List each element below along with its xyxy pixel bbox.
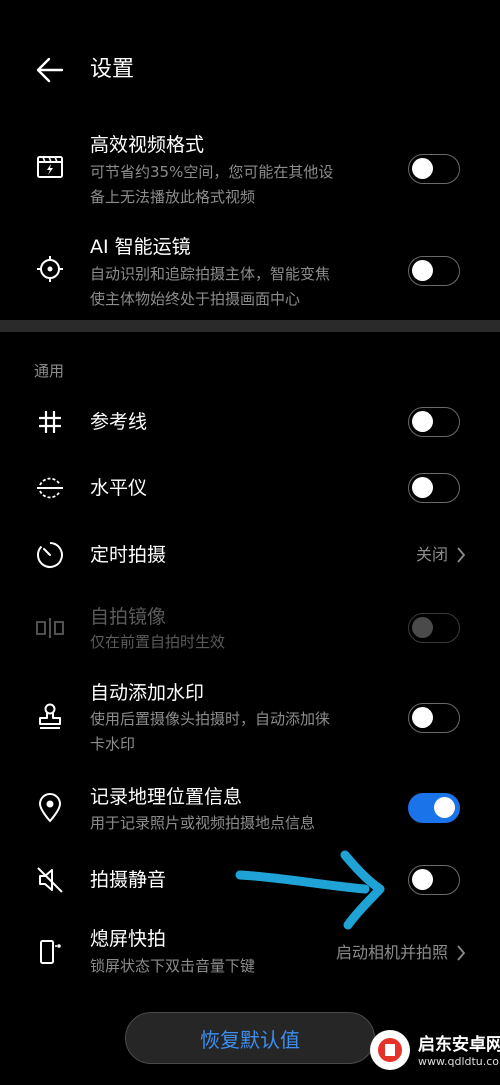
toggle-knob bbox=[412, 477, 433, 498]
setting-row-auto-watermark[interactable]: 自动添加水印 使用后置摄像头拍摄时，自动添加徕 卡水印 bbox=[0, 680, 500, 758]
row-subtitle-line-1: 可节省约35%空间，您可能在其他设 bbox=[90, 163, 334, 181]
row-subtitle-line-2: 使主体物始终处于拍摄画面中心 bbox=[90, 290, 301, 308]
auto-watermark-toggle[interactable] bbox=[408, 703, 460, 733]
row-subtitle: 仅在前置自拍时生效 bbox=[90, 633, 226, 651]
site-watermark: 启东安卓网 www.qdldtu.com bbox=[360, 1022, 500, 1082]
mute-speaker-icon bbox=[28, 858, 72, 902]
location-pin-icon bbox=[28, 786, 72, 830]
chevron-right-icon bbox=[457, 547, 466, 563]
crosshair-target-icon bbox=[28, 247, 72, 291]
restore-defaults-button[interactable]: 恢复默认值 bbox=[125, 1012, 375, 1064]
toggle-knob bbox=[412, 158, 433, 179]
chevron-right-icon bbox=[457, 945, 466, 961]
row-subtitle: 用于记录照片或视频拍摄地点信息 bbox=[90, 814, 316, 832]
setting-row-quick-snapshot[interactable]: 熄屏快拍 锁屏状态下双击音量下键 启动相机并拍照 bbox=[0, 926, 500, 978]
row-subtitle-line-1: 自动识别和追踪拍摄主体，智能变焦 bbox=[90, 265, 331, 283]
setting-row-location-info[interactable]: 记录地理位置信息 用于记录照片或视频拍摄地点信息 bbox=[0, 784, 500, 836]
row-title: AI 智能运镜 bbox=[90, 236, 191, 258]
selfie-mirror-toggle bbox=[408, 613, 460, 643]
setting-row-selfie-mirror: 自拍镜像 仅在前置自拍时生效 bbox=[0, 604, 500, 656]
toggle-knob bbox=[412, 411, 433, 432]
row-title: 拍摄静音 bbox=[90, 869, 167, 891]
row-subtitle-line-2: 备上无法播放此格式视频 bbox=[90, 188, 256, 206]
row-title: 记录地理位置信息 bbox=[90, 786, 243, 808]
row-title: 高效视频格式 bbox=[90, 134, 205, 156]
watermark-name: 启东安卓网 bbox=[418, 1035, 500, 1055]
quick-snapshot-value-text: 启动相机并拍照 bbox=[335, 943, 448, 962]
level-icon bbox=[28, 466, 72, 510]
stamp-icon bbox=[28, 694, 72, 738]
row-subtitle-line-2: 卡水印 bbox=[90, 735, 136, 753]
grid-lines-toggle[interactable] bbox=[408, 407, 460, 437]
ai-smart-tracking-toggle[interactable] bbox=[408, 256, 460, 286]
level-toggle[interactable] bbox=[408, 473, 460, 503]
row-title: 自拍镜像 bbox=[90, 606, 167, 628]
watermark-url: www.qdldtu.com bbox=[418, 1055, 500, 1068]
back-button[interactable] bbox=[30, 50, 70, 90]
row-subtitle-line-1: 使用后置摄像头拍摄时，自动添加徕 bbox=[90, 710, 331, 728]
watermark-logo-icon bbox=[370, 1030, 410, 1070]
grid-hash-icon bbox=[28, 400, 72, 444]
section-label-general: 通用 bbox=[34, 362, 65, 380]
toggle-knob bbox=[412, 260, 433, 281]
location-info-toggle[interactable] bbox=[408, 793, 460, 823]
setting-row-shutter-mute[interactable]: 拍摄静音 bbox=[0, 858, 500, 902]
timer-value-text: 关闭 bbox=[415, 545, 448, 564]
toggle-knob bbox=[412, 707, 433, 728]
setting-row-timer[interactable]: 定时拍摄 关闭 bbox=[0, 533, 500, 577]
setting-row-level[interactable]: 水平仪 bbox=[0, 466, 500, 510]
quick-snap-icon bbox=[28, 930, 72, 974]
section-divider bbox=[0, 320, 500, 332]
row-title: 定时拍摄 bbox=[90, 544, 167, 566]
row-title: 水平仪 bbox=[90, 477, 148, 499]
toggle-knob bbox=[412, 869, 433, 890]
row-title: 熄屏快拍 bbox=[90, 928, 167, 950]
setting-row-grid-lines[interactable]: 参考线 bbox=[0, 400, 500, 444]
timer-value[interactable]: 关闭 bbox=[416, 542, 466, 568]
top-app-bar: 设置 bbox=[0, 40, 500, 100]
setting-row-efficient-video-format[interactable]: 高效视频格式 可节省约35%空间，您可能在其他设 备上无法播放此格式视频 bbox=[0, 130, 500, 215]
shutter-mute-toggle[interactable] bbox=[408, 865, 460, 895]
row-title: 参考线 bbox=[90, 411, 148, 433]
quick-snapshot-value[interactable]: 启动相机并拍照 bbox=[336, 940, 466, 966]
back-arrow-icon bbox=[36, 57, 64, 83]
toggle-knob bbox=[434, 797, 455, 818]
page-title: 设置 bbox=[90, 57, 135, 82]
timer-icon bbox=[28, 533, 72, 577]
video-format-icon bbox=[28, 145, 72, 189]
toggle-knob bbox=[412, 617, 433, 638]
setting-row-ai-smart-tracking[interactable]: AI 智能运镜 自动识别和追踪拍摄主体，智能变焦 使主体物始终处于拍摄画面中心 bbox=[0, 232, 500, 317]
mirror-icon bbox=[28, 606, 72, 650]
efficient-video-format-toggle[interactable] bbox=[408, 154, 460, 184]
row-title: 自动添加水印 bbox=[90, 682, 205, 704]
